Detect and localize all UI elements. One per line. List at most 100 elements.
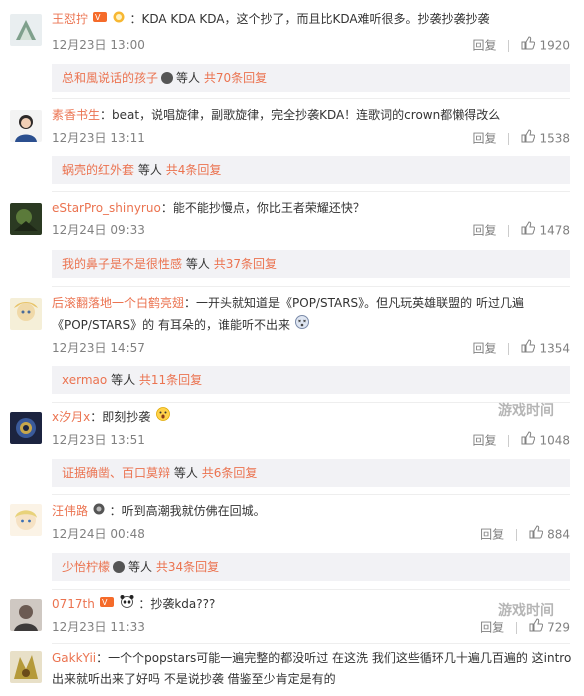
comment-date: 12月23日 13:11 xyxy=(52,131,145,145)
reply-count-link[interactable]: 共34条回复 xyxy=(156,560,219,574)
site-watermark: 游戏时间 xyxy=(498,403,554,419)
comment-actions: 回复 1478 xyxy=(472,221,570,240)
avatar[interactable] xyxy=(10,504,42,536)
divider xyxy=(52,589,570,590)
divider xyxy=(508,133,510,145)
comment-date: 12月23日 14:57 xyxy=(52,341,145,355)
avatar[interactable] xyxy=(10,203,42,235)
user-badge-icon xyxy=(113,560,126,573)
like-count: 1538 xyxy=(539,131,570,146)
reply-button[interactable]: 回复 xyxy=(472,39,496,53)
svg-text:V: V xyxy=(95,13,101,22)
comment-text: ：beat，说唱旋律，副歌旋律，完全抄袭KDA！连歌词的crown都懒得改么 xyxy=(100,108,501,122)
thumbs-up-icon[interactable] xyxy=(521,221,536,239)
divider xyxy=(52,494,570,495)
thumbs-up-icon[interactable] xyxy=(521,36,536,54)
thumbs-up-icon[interactable] xyxy=(521,431,536,449)
comment-text-continued: 出来就听出来了好吗 不是说抄袭 借鉴至少肯定是有的 xyxy=(52,672,336,686)
divider xyxy=(52,402,570,403)
divider xyxy=(516,529,518,541)
vip-badge-icon: V xyxy=(99,595,114,613)
divider xyxy=(52,98,570,99)
avatar[interactable] xyxy=(10,110,42,142)
reply-user[interactable]: 少怡柠檬 xyxy=(62,560,110,574)
comment-text: ：一开头就知道是《POP/STARS》。但凡玩英雄联盟的 听过几遍 xyxy=(184,296,524,310)
reply-count-link[interactable]: 共11条回复 xyxy=(139,373,202,387)
reply-summary[interactable]: 总和風说话的孩子 等人 共70条回复 xyxy=(52,64,570,92)
divider xyxy=(508,343,510,355)
reply-summary[interactable]: 我的鼻子是不是很性感 等人 共37条回复 xyxy=(52,250,570,278)
svg-text:V: V xyxy=(102,598,108,607)
reply-button[interactable]: 回复 xyxy=(472,132,496,146)
like-count: 1354 xyxy=(539,341,570,356)
comment-date: 12月23日 13:00 xyxy=(52,38,145,52)
reply-button[interactable]: 回复 xyxy=(480,528,504,542)
username[interactable]: 王怼拧 xyxy=(52,12,88,26)
reply-count-link[interactable]: 共6条回复 xyxy=(202,466,258,480)
thumbs-up-icon[interactable] xyxy=(521,129,536,147)
comment-date: 12月23日 11:33 xyxy=(52,620,145,634)
vip-badge-icon xyxy=(93,502,105,520)
username[interactable]: 素香书生 xyxy=(52,108,100,122)
comment-date: 12月24日 00:48 xyxy=(52,527,145,541)
comment-actions: 回复 1538 xyxy=(472,129,570,148)
reply-user[interactable]: 蜗壳的红外套 xyxy=(62,163,134,177)
comment-text: ：一个个popstars可能一遍完整的都没听过 在这洗 我们这些循环几十遍几百遍… xyxy=(96,651,572,665)
reply-summary[interactable]: 蜗壳的红外套 等人 共4条回复 xyxy=(52,156,570,184)
reply-button[interactable]: 回复 xyxy=(472,224,496,238)
reply-summary[interactable]: xermao 等人 共11条回复 xyxy=(52,366,570,394)
reply-summary[interactable]: 证据确凿、百口莫辩 等人 共6条回复 xyxy=(52,459,570,487)
username[interactable]: eStarPro_shinyruo xyxy=(52,201,161,215)
username[interactable]: 汪伟路 xyxy=(52,504,88,518)
reply-count-link[interactable]: 共70条回复 xyxy=(204,71,267,85)
comment-text: ：听到高潮我就仿佛在回城。 xyxy=(109,504,266,518)
comment-date: 12月23日 13:51 xyxy=(52,433,145,447)
user-badge-icon xyxy=(161,71,174,84)
username[interactable]: 后滚翻落地一个白鹤亮翅 xyxy=(52,296,184,310)
like-count: 884 xyxy=(547,527,570,542)
thumbs-up-icon[interactable] xyxy=(529,525,544,543)
divider xyxy=(52,286,570,287)
reply-summary[interactable]: 少怡柠檬 等人 共34条回复 xyxy=(52,553,570,581)
avatar[interactable] xyxy=(10,599,42,631)
comment-actions: 回复 1920 xyxy=(472,36,570,55)
divider xyxy=(508,225,510,237)
like-count: 1478 xyxy=(539,223,570,238)
reply-user[interactable]: 总和風说话的孩子 xyxy=(62,71,158,85)
comment-actions: 回复 884 xyxy=(480,525,570,544)
panda-icon xyxy=(120,594,134,613)
comment-text-continued: 《POP/STARS》的 有耳朵的，谁能听不出来 xyxy=(52,318,290,332)
comment-actions: 回复 1354 xyxy=(472,339,570,358)
divider xyxy=(508,435,510,447)
reply-user[interactable]: 证据确凿、百口莫辩 xyxy=(62,466,170,480)
vip-badge-icon: V xyxy=(92,10,107,28)
divider xyxy=(52,643,570,644)
reply-button[interactable]: 回复 xyxy=(472,342,496,356)
divider xyxy=(508,40,510,52)
comment-text: ：KDA KDA KDA，这个抄了，而且比KDA难听很多。抄袭抄袭抄袭 xyxy=(129,12,490,26)
avatar[interactable] xyxy=(10,412,42,444)
comment-text: ：能不能抄慢点，你比王者荣耀还快？ xyxy=(160,201,365,215)
comment-text: ：即刻抄袭 xyxy=(90,410,151,424)
username[interactable]: GakkYii xyxy=(52,651,96,665)
username[interactable]: 0717th xyxy=(52,597,95,611)
medal-icon xyxy=(113,10,125,28)
avatar[interactable] xyxy=(10,14,42,46)
comment-text: ：抄袭kda??? xyxy=(138,597,216,611)
thumbs-up-icon[interactable] xyxy=(521,339,536,357)
reply-count-link[interactable]: 共4条回复 xyxy=(166,163,222,177)
reply-button[interactable]: 回复 xyxy=(472,434,496,448)
avatar[interactable] xyxy=(10,651,42,683)
like-count: 1048 xyxy=(539,433,570,448)
reply-user[interactable]: 我的鼻子是不是很性感 xyxy=(62,257,182,271)
username[interactable]: x汐月x xyxy=(52,410,90,424)
divider xyxy=(52,191,570,192)
dizzy-face-emoji-icon xyxy=(294,315,309,334)
site-watermark: 游戏时间 xyxy=(498,603,554,619)
surprised-face-emoji-icon xyxy=(155,407,171,426)
reply-count-link[interactable]: 共37条回复 xyxy=(214,257,277,271)
comment-date: 12月24日 09:33 xyxy=(52,223,145,237)
avatar[interactable] xyxy=(10,298,42,330)
comment-actions: 回复 1048 xyxy=(472,431,570,450)
reply-user[interactable]: xermao xyxy=(62,373,107,387)
